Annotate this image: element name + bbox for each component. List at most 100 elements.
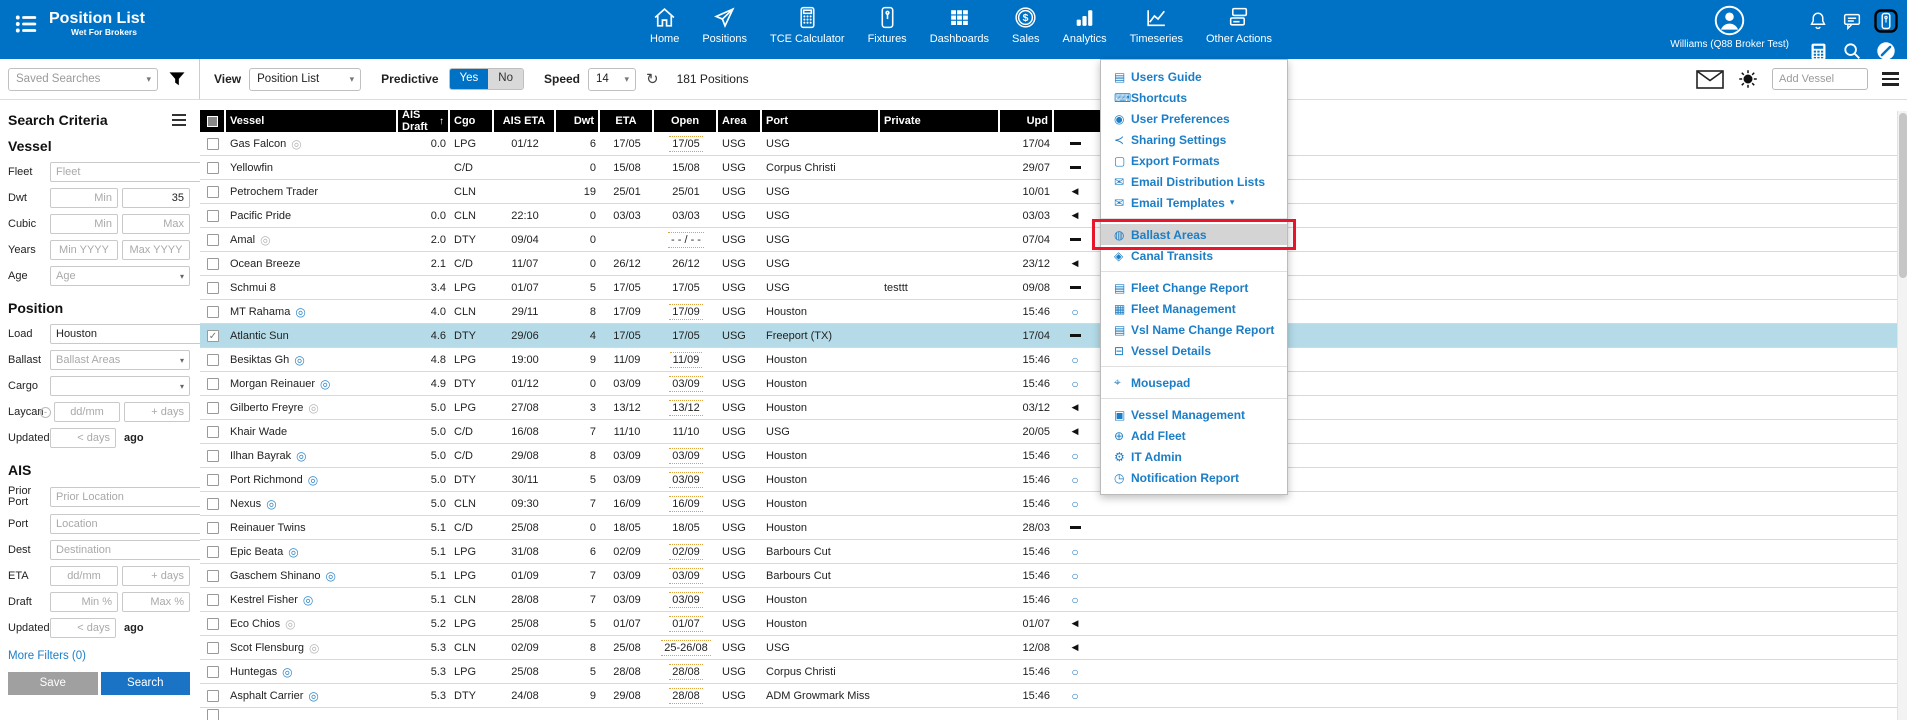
open-date[interactable]: 17/05 <box>672 330 700 342</box>
table-row[interactable]: Gilberto Freyre◎5.0LPG27/08313/1213/12US… <box>200 396 1907 420</box>
vessel-name-cell[interactable]: Atlantic Sun <box>226 324 398 347</box>
checkbox[interactable] <box>207 138 219 150</box>
table-row[interactable]: Schmui 83.4LPG01/07517/0517/05USGUSGtest… <box>200 276 1907 300</box>
vessel-target-icon[interactable]: ◎ <box>309 641 319 655</box>
vessel-name[interactable]: Atlantic Sun <box>230 330 289 342</box>
nav-home[interactable]: Home <box>650 5 679 45</box>
vessel-target-icon[interactable]: ◎ <box>296 449 306 463</box>
vessel-target-icon[interactable]: ◎ <box>303 593 313 607</box>
table-row[interactable]: Besiktas Gh◎4.8LPG19:00911/0911/09USGHou… <box>200 348 1907 372</box>
open-cell[interactable]: 18/05 <box>654 516 718 539</box>
checkbox[interactable] <box>207 402 219 414</box>
open-cell[interactable]: 26/12 <box>654 252 718 275</box>
row-checkbox[interactable] <box>200 300 226 323</box>
col-private[interactable]: Private <box>880 110 1000 132</box>
table-row[interactable]: YellowfinC/D015/0815/08USGCorpus Christi… <box>200 156 1907 180</box>
checkbox[interactable] <box>207 498 219 510</box>
checkbox[interactable] <box>207 258 219 270</box>
fleet-input[interactable] <box>50 162 204 182</box>
vessel-name[interactable]: Nexus <box>230 498 261 510</box>
menu-item-canal-transits[interactable]: ◈Canal Transits <box>1101 245 1287 266</box>
menu-item-notification-report[interactable]: ◷Notification Report <box>1101 467 1287 488</box>
row-checkbox[interactable] <box>200 612 226 635</box>
open-cell[interactable]: 13/12 <box>654 396 718 419</box>
table-row[interactable]: Scot Flensburg◎5.3CLN02/09825/0825-26/08… <box>200 636 1907 660</box>
menu-item-fleet-management[interactable]: ▦Fleet Management <box>1101 298 1287 319</box>
row-checkbox[interactable] <box>200 228 226 251</box>
menu-item-shortcuts[interactable]: ⌨Shortcuts <box>1101 87 1287 108</box>
vessel-name-cell[interactable]: Ocean Breeze <box>226 252 398 275</box>
open-date[interactable]: 17/05 <box>669 136 703 152</box>
open-date[interactable]: 13/12 <box>669 400 703 416</box>
scrollbar-thumb[interactable] <box>1899 113 1907 278</box>
checkbox[interactable] <box>207 546 219 558</box>
vessel-name-cell[interactable]: Schmui 8 <box>226 276 398 299</box>
vessel-name[interactable]: Ilhan Bayrak <box>230 450 291 462</box>
open-date[interactable]: 03/09 <box>669 472 703 488</box>
nav-fixtures[interactable]: Fixtures <box>868 5 907 45</box>
checkbox[interactable] <box>207 354 219 366</box>
predictive-yes-button[interactable]: Yes <box>450 69 489 89</box>
table-row[interactable]: Port Richmond◎5.0DTY30/11503/0903/09USGH… <box>200 468 1907 492</box>
row-checkbox[interactable] <box>200 396 226 419</box>
dwt-min-input[interactable] <box>50 188 118 208</box>
checkbox[interactable] <box>207 450 219 462</box>
view-select[interactable]: Position List ▾ <box>249 68 361 91</box>
col-area[interactable]: Area <box>718 110 762 132</box>
vessel-name[interactable]: Yellowfin <box>230 162 273 174</box>
open-date[interactable]: 03/09 <box>669 568 703 584</box>
vessel-name-cell[interactable]: Petrochem Trader <box>226 180 398 203</box>
menu-item-users-guide[interactable]: ▤Users Guide <box>1101 66 1287 87</box>
row-checkbox[interactable] <box>200 660 226 683</box>
open-cell[interactable]: 11/09 <box>654 348 718 371</box>
vessel-target-icon[interactable]: ◎ <box>320 377 330 391</box>
checkbox[interactable] <box>207 162 219 174</box>
table-row[interactable]: Huntegas◎5.3LPG25/08528/0828/08USGCorpus… <box>200 660 1907 684</box>
row-checkbox[interactable] <box>200 540 226 563</box>
row-checkbox[interactable] <box>200 564 226 587</box>
vessel-name-cell[interactable]: Kestrel Fisher◎ <box>226 588 398 611</box>
vessel-target-icon[interactable]: ◎ <box>266 497 276 511</box>
updated-days-input[interactable] <box>50 428 116 448</box>
checkbox[interactable] <box>207 709 219 720</box>
row-checkbox[interactable] <box>200 588 226 611</box>
user-block[interactable]: Williams (Q88 Broker Test) <box>1670 4 1789 50</box>
speed-select[interactable]: 14 ▾ <box>588 68 636 91</box>
table-row[interactable]: Eco Chios◎5.2LPG25/08501/0701/07USGHoust… <box>200 612 1907 636</box>
table-row[interactable]: Reinauer Twins5.1C/D25/08018/0518/05USGH… <box>200 516 1907 540</box>
open-date[interactable]: 17/09 <box>669 304 703 320</box>
search-button[interactable]: Search <box>101 672 191 695</box>
vessel-name-cell[interactable]: Epic Beata◎ <box>226 540 398 563</box>
dwt-max-input[interactable] <box>122 188 190 208</box>
open-date[interactable]: 11/09 <box>670 352 703 368</box>
draft-min-input[interactable] <box>50 592 118 612</box>
open-cell[interactable]: 25-26/08 <box>654 636 718 659</box>
select-all-checkbox[interactable] <box>200 110 226 132</box>
years-min-input[interactable] <box>50 240 118 260</box>
cargo-select[interactable]: ▾ <box>50 376 190 396</box>
checkbox[interactable] <box>207 426 219 438</box>
saved-searches-select[interactable]: Saved Searches ▾ <box>8 68 158 91</box>
col-cgo[interactable]: Cgo <box>450 110 494 132</box>
vessel-name[interactable]: Petrochem Trader <box>230 186 318 198</box>
fixtures-shortcut-icon[interactable] <box>1873 8 1899 34</box>
nav-timeseries[interactable]: Timeseries <box>1130 5 1183 45</box>
add-vessel-input[interactable] <box>1772 68 1868 90</box>
vessel-name-cell[interactable]: Huntegas◎ <box>226 660 398 683</box>
row-checkbox[interactable] <box>200 180 226 203</box>
vessel-name[interactable]: Amal <box>230 234 255 246</box>
vessel-name[interactable]: Eco Chios <box>230 618 280 630</box>
table-row[interactable]: Petrochem TraderCLN1925/0125/01USGUSG10/… <box>200 180 1907 204</box>
nav-dashboards[interactable]: Dashboards <box>930 5 989 45</box>
table-row[interactable]: Ocean Breeze2.1C/D11/07026/1226/12USGUSG… <box>200 252 1907 276</box>
checkbox[interactable]: ✓ <box>207 330 219 342</box>
row-checkbox[interactable] <box>200 420 226 443</box>
open-date[interactable]: 17/05 <box>672 282 700 294</box>
table-row[interactable]: Khair Wade5.0C/D16/08711/1011/10USGUSG20… <box>200 420 1907 444</box>
open-cell[interactable]: 03/03 <box>654 204 718 227</box>
col-open[interactable]: Open <box>654 110 718 132</box>
vessel-name-cell[interactable]: Scot Flensburg◎ <box>226 636 398 659</box>
open-date[interactable]: 03/09 <box>669 376 703 392</box>
col-port[interactable]: Port <box>762 110 880 132</box>
checkbox[interactable] <box>207 306 219 318</box>
